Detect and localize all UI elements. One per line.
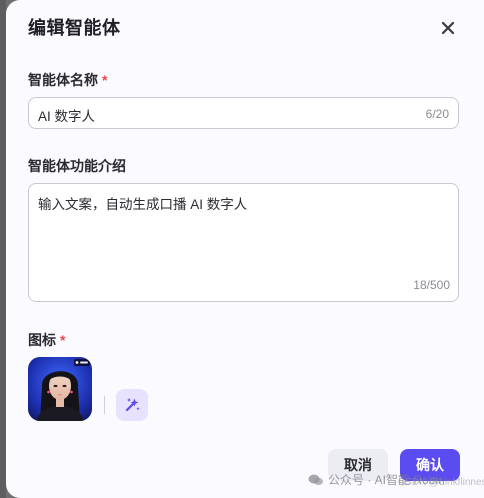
intro-char-counter: 18/500 (413, 278, 450, 292)
edit-agent-dialog: 编辑智能体 智能体名称 * AI 数字人 6/20 智能体功能介绍 输入文案，自动… (6, 0, 484, 498)
wechat-icon (308, 473, 324, 490)
name-label-group: 智能体名称 * (28, 70, 107, 90)
watermark-secondary: CSDN @Linkflinnes (398, 477, 484, 488)
agent-name-value: AI 数字人 (38, 109, 96, 124)
generate-icon-button[interactable] (116, 389, 148, 421)
sparkle-magic-icon (125, 398, 140, 412)
dialog-title: 编辑智能体 (28, 18, 121, 38)
agent-intro-value: 输入文案，自动生成口播 AI 数字人 (38, 197, 248, 212)
close-icon[interactable] (436, 16, 460, 40)
avatar-image (28, 357, 92, 421)
name-label: 智能体名称 (28, 72, 98, 88)
intro-label: 智能体功能介绍 (28, 158, 126, 174)
agent-avatar[interactable] (28, 357, 92, 421)
icon-label: 图标 (28, 332, 56, 348)
agent-intro-textarea[interactable]: 输入文案，自动生成口播 AI 数字人 18/500 (28, 183, 459, 302)
agent-name-input[interactable]: AI 数字人 6/20 (28, 97, 459, 129)
required-mark: * (60, 332, 66, 348)
icon-label-group: 图标 * (28, 330, 65, 350)
required-mark: * (102, 72, 108, 88)
icon-divider (104, 396, 105, 414)
name-char-counter: 6/20 (425, 107, 449, 121)
